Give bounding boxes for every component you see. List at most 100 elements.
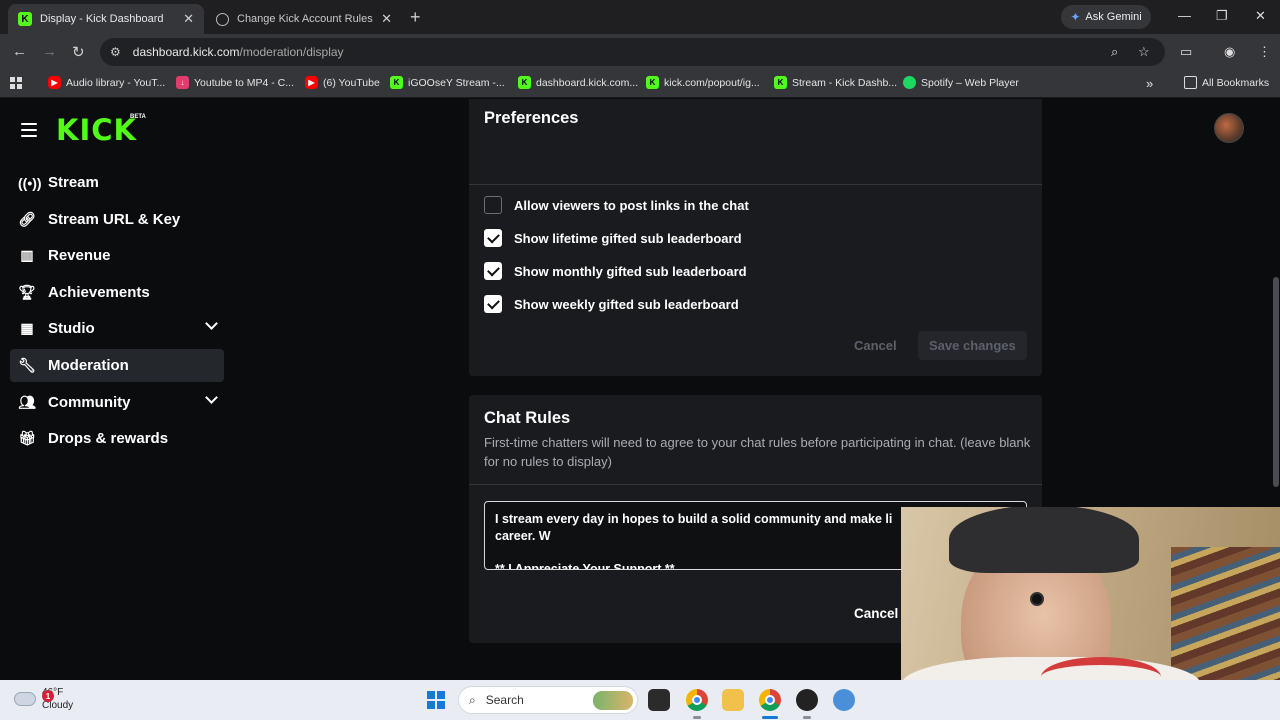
kick-icon: K (390, 76, 403, 89)
chrome-active-app-icon[interactable] (759, 689, 781, 711)
people-icon: 👥︎ (18, 393, 36, 410)
bookmark-item[interactable]: Spotify – Web Player (903, 76, 1019, 89)
all-bookmarks-label: All Bookmarks (1202, 76, 1270, 89)
grid-icon: ▦ (20, 320, 34, 337)
browser-tab-account-rules[interactable]: Change Kick Account Rules ✕ (206, 4, 402, 34)
close-window-icon[interactable]: ✕ (1255, 8, 1266, 24)
bookmark-label: iGOOseY Stream -... (408, 76, 505, 89)
sidebar-item-revenue[interactable]: ▥ Revenue (10, 239, 224, 272)
url-path: /moderation/display (239, 45, 344, 59)
checkbox-checked-icon[interactable] (484, 229, 502, 247)
user-avatar[interactable] (1214, 113, 1244, 143)
back-arrow-icon[interactable]: ← (12, 43, 27, 60)
checkbox-allow-links[interactable]: Allow viewers to post links in the chat (484, 196, 749, 214)
sidebar-item-stream-url-key[interactable]: 🔗︎ Stream URL & Key (10, 203, 224, 236)
windows-start-icon[interactable] (427, 691, 445, 709)
chrome-app-icon[interactable] (686, 689, 708, 711)
checkbox-lifetime-leaderboard[interactable]: Show lifetime gifted sub leaderboard (484, 229, 742, 247)
checkbox-label: Allow viewers to post links in the chat (514, 197, 749, 213)
sidebar-item-label: Stream (48, 174, 99, 191)
weather-notification-badge: 1 (42, 690, 54, 702)
zoom-icon[interactable]: ⌕ (1111, 44, 1118, 60)
youtube-icon: ▶ (48, 76, 61, 89)
bookmark-label: Audio library - YouT... (66, 76, 166, 89)
minimize-window-icon[interactable]: — (1178, 8, 1191, 23)
close-tab-icon[interactable]: ✕ (183, 11, 194, 27)
checkbox-weekly-leaderboard[interactable]: Show weekly gifted sub leaderboard (484, 295, 739, 313)
link-icon: 🔗︎ (18, 210, 36, 227)
bookmark-item[interactable]: ▶ Audio library - YouT... (48, 76, 165, 89)
close-tab-icon[interactable]: ✕ (381, 11, 392, 27)
divider (469, 184, 1042, 185)
divider (469, 484, 1042, 485)
spotify-icon (903, 76, 916, 89)
apps-grid-icon[interactable] (10, 77, 22, 89)
reload-icon[interactable]: ↻ (72, 43, 85, 61)
bookmark-item[interactable]: Kkick.com/popout/ig... (646, 76, 760, 89)
kick-logo[interactable]: KICK (56, 113, 137, 147)
menu-kebab-icon[interactable]: ⋮ (1258, 44, 1271, 60)
kick-icon: K (774, 76, 787, 89)
ask-gemini-button[interactable]: ✦ Ask Gemini (1061, 5, 1151, 29)
site-info-icon[interactable]: ⚙ (110, 45, 121, 59)
bookmark-item[interactable]: ↓ Youtube to MP4 - C... (176, 76, 294, 89)
pinned-app-icon[interactable] (833, 689, 855, 711)
bookmark-star-icon[interactable]: ☆ (1138, 44, 1150, 60)
all-bookmarks-button[interactable]: All Bookmarks (1184, 76, 1269, 89)
sidebar-item-label: Community (48, 393, 131, 411)
url-host: dashboard.kick.com (132, 45, 240, 59)
bookmark-item[interactable]: KiGOOseY Stream -... (390, 76, 505, 89)
kick-icon: K (518, 76, 531, 89)
hamburger-menu-icon[interactable] (21, 123, 37, 141)
file-explorer-icon[interactable] (722, 689, 744, 711)
bookmark-item[interactable]: ▶ (6) YouTube (305, 76, 380, 89)
active-indicator (762, 716, 778, 719)
obs-app-icon[interactable] (796, 689, 818, 711)
webcam-ear-plug (1030, 592, 1044, 606)
windows-taskbar: 1 46°F Cloudy ⌕ Search (0, 680, 1280, 720)
globe-favicon-icon (216, 12, 229, 26)
bookmark-item[interactable]: Kdashboard.kick.com... (518, 76, 638, 89)
trophy-icon: 🏆︎ (18, 283, 36, 300)
checkbox-label: Show monthly gifted sub leaderboard (514, 263, 747, 279)
sidebar-item-studio[interactable]: ▦ Studio (10, 312, 224, 345)
chat-rules-cancel-button[interactable]: Cancel (854, 606, 898, 621)
beta-badge: BETA (130, 114, 146, 120)
sidebar-item-achievements[interactable]: 🏆︎ Achievements (10, 276, 224, 309)
scrollbar-thumb[interactable] (1273, 277, 1279, 487)
checkbox-unchecked-icon[interactable] (484, 196, 502, 214)
wrench-icon: 🔧︎ (18, 356, 36, 373)
tab-title: Display - Kick Dashboard (40, 13, 164, 25)
chevron-down-icon[interactable] (205, 317, 218, 331)
sidebar-item-label: Achievements (48, 283, 150, 301)
save-changes-button[interactable]: Save changes (918, 331, 1027, 360)
forward-arrow-icon[interactable]: → (42, 43, 57, 60)
sidebar-item-moderation[interactable]: 🔧︎ Moderation (10, 348, 224, 382)
checkbox-checked-icon[interactable] (484, 295, 502, 313)
more-bookmarks-chevron-icon[interactable]: » (1146, 76, 1153, 91)
restore-window-icon[interactable]: ❐ (1216, 8, 1228, 24)
checkbox-monthly-leaderboard[interactable]: Show monthly gifted sub leaderboard (484, 262, 747, 280)
ask-gemini-label: Ask Gemini (1085, 11, 1142, 23)
sidebar-item-community[interactable]: 👥︎ Community (10, 386, 224, 419)
chevron-down-icon[interactable] (205, 390, 218, 404)
profile-icon[interactable]: ◉ (1224, 44, 1235, 60)
chat-rules-title: Chat Rules (484, 409, 571, 427)
new-tab-button[interactable]: + (410, 7, 421, 28)
browser-toolbar: ← → ↻ ⚙ dashboard.kick.com/moderation/di… (0, 34, 1280, 70)
sidebar-item-label: Drops & rewards (48, 430, 169, 448)
browser-tab-kick-dashboard[interactable]: K Display - Kick Dashboard ✕ (8, 4, 204, 34)
address-bar[interactable]: ⚙ dashboard.kick.com/moderation/display … (100, 38, 1165, 66)
bookmark-item[interactable]: K Stream - Kick Dashb... (774, 76, 897, 89)
cancel-button[interactable]: Cancel (854, 338, 897, 353)
sidebar-item-drops-rewards[interactable]: 🎁︎ Drops & rewards (10, 422, 224, 455)
bookmarks-bar: ▶ Audio library - YouT... ↓ Youtube to MP4… (0, 70, 1280, 98)
sidebar-item-stream[interactable]: ((•)) Stream (10, 166, 224, 199)
weather-widget[interactable]: 1 46°F Cloudy (14, 686, 73, 712)
taskbar-search[interactable]: ⌕ Search (458, 686, 638, 714)
cast-icon[interactable]: ▭ (1180, 44, 1192, 60)
bookmark-label: Spotify – Web Player (921, 76, 1019, 89)
search-highlight-image (593, 691, 633, 710)
terminal-app-icon[interactable] (648, 689, 670, 711)
checkbox-checked-icon[interactable] (484, 262, 502, 280)
